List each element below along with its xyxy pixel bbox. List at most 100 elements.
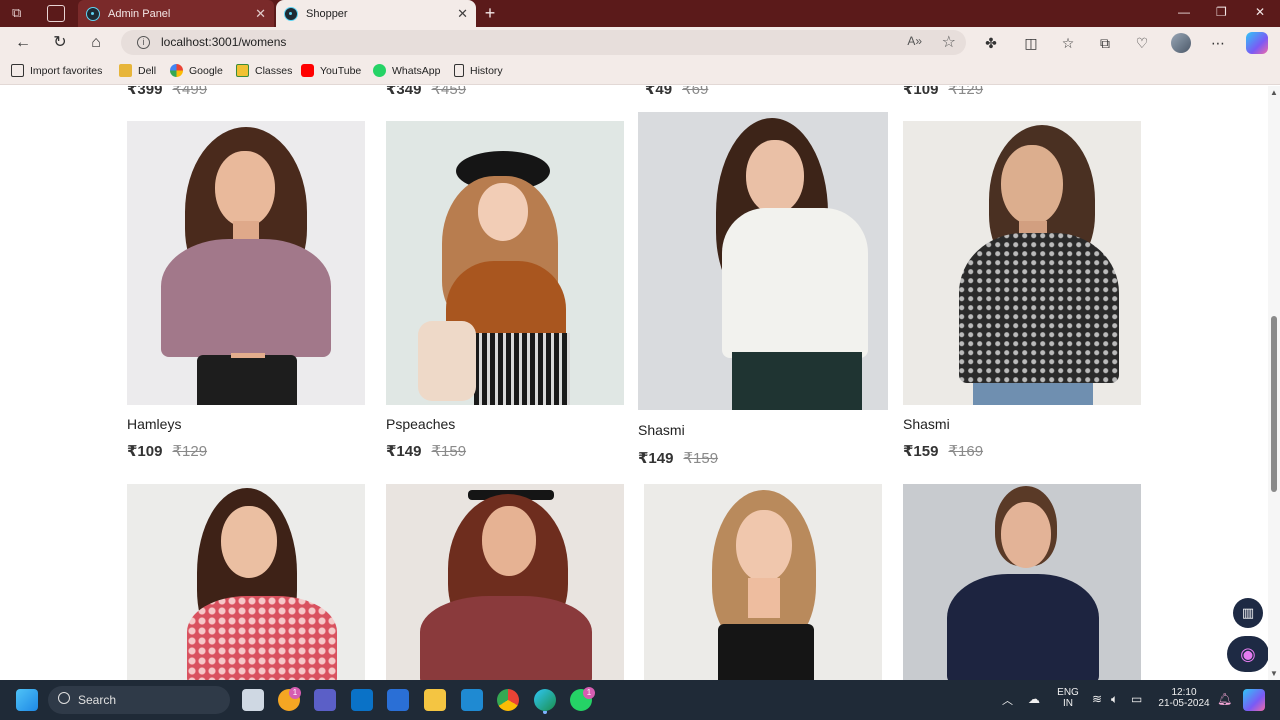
teams-icon[interactable] <box>314 689 336 711</box>
product-image[interactable] <box>127 484 365 680</box>
old-price: ₹459 <box>431 86 467 98</box>
reading-view-icon[interactable]: ▥ <box>1233 598 1263 628</box>
favorites-icon[interactable]: ☆ <box>1059 34 1077 52</box>
scrollbar-thumb[interactable] <box>1271 316 1277 492</box>
favorite-classes[interactable]: Classes <box>236 64 292 77</box>
edge-icon[interactable] <box>534 689 556 711</box>
minimize-icon[interactable]: — <box>1178 5 1190 19</box>
new-tab-icon[interactable]: + <box>481 4 499 22</box>
url-text[interactable]: localhost:3001/womens <box>161 35 286 49</box>
favorite-star-icon[interactable]: ☆ <box>942 32 956 52</box>
wifi-icon[interactable]: ≋ <box>1092 692 1102 706</box>
close-icon[interactable]: ✕ <box>255 6 266 22</box>
profile-avatar[interactable] <box>1171 33 1191 53</box>
tab-title: Shopper <box>306 7 348 20</box>
favorite-label: Classes <box>255 64 293 77</box>
product-price: ₹109 ₹129 <box>127 442 207 460</box>
import-icon <box>11 64 24 77</box>
product-image[interactable] <box>903 484 1141 680</box>
tab-actions-icon[interactable] <box>47 5 65 22</box>
search-box[interactable]: Search <box>48 686 230 714</box>
region-code: IN <box>1063 698 1073 709</box>
product-price: ₹149 ₹159 <box>386 442 466 460</box>
widgets-badge: 1 <box>289 687 301 699</box>
maximize-icon[interactable]: ❐ <box>1216 5 1227 19</box>
product-price: ₹109 ₹129 <box>903 86 983 98</box>
collections-icon[interactable]: ⧉ <box>1096 34 1114 52</box>
start-icon[interactable] <box>16 689 38 711</box>
favorite-dell[interactable]: Dell <box>119 64 156 77</box>
file-explorer-icon[interactable] <box>424 689 446 711</box>
close-window-icon[interactable]: ✕ <box>1255 5 1265 19</box>
favorites-bar: Import favorites Dell Google Classes You… <box>0 58 1280 85</box>
volume-icon[interactable]: 🔈︎ <box>1111 692 1118 707</box>
cloud-icon[interactable]: ☁ <box>1028 692 1040 706</box>
info-icon[interactable]: i <box>137 36 150 49</box>
favorite-label: WhatsApp <box>392 64 441 77</box>
shop-page: ₹399 ₹499 ₹349 ₹459 ₹49 ₹69 ₹109 ₹129 Hamley… <box>0 86 1268 680</box>
old-price: ₹499 <box>172 86 208 98</box>
extensions-icon[interactable]: ✤ <box>982 34 1000 52</box>
task-view-icon[interactable] <box>242 689 264 711</box>
old-price: ₹159 <box>431 443 467 460</box>
back-icon[interactable]: ← <box>13 33 33 53</box>
menu-icon[interactable]: ⋯ <box>1209 34 1227 52</box>
close-icon[interactable]: ✕ <box>457 6 468 22</box>
new-price: ₹149 <box>386 443 422 460</box>
language-indicator[interactable]: ENG IN <box>1055 687 1081 709</box>
refresh-icon[interactable]: ↻ <box>50 33 70 53</box>
product-image[interactable] <box>127 121 365 405</box>
product-image[interactable] <box>386 121 624 405</box>
product-image[interactable] <box>386 484 624 680</box>
favorite-label: YouTube <box>320 64 362 77</box>
scroll-down-icon[interactable]: ▼ <box>1270 669 1278 678</box>
product-name[interactable]: Shasmi <box>903 416 950 432</box>
home-icon[interactable]: ⌂ <box>86 33 106 53</box>
read-aloud-icon[interactable]: A» <box>907 34 922 48</box>
product-image[interactable] <box>903 121 1141 405</box>
copilot-icon[interactable] <box>1246 32 1268 54</box>
product-image[interactable] <box>638 112 888 410</box>
browser-titlebar: ⧉ Admin Panel ✕ Shopper ✕ + — ❐ ✕ <box>0 0 1280 27</box>
product-name[interactable]: Pspeaches <box>386 416 455 432</box>
favorite-whatsapp[interactable]: WhatsApp <box>373 64 440 77</box>
mail-icon[interactable] <box>351 689 373 711</box>
favorite-label: Dell <box>138 64 157 77</box>
assistant-icon[interactable]: ◉ <box>1227 636 1268 672</box>
new-price: ₹109 <box>127 443 163 460</box>
favorite-history[interactable]: History <box>454 64 503 77</box>
tab-shopper[interactable]: Shopper ✕ <box>276 0 476 27</box>
scroll-up-icon[interactable]: ▲ <box>1270 88 1278 97</box>
notification-bell-icon[interactable]: 🔔︎ <box>1217 692 1232 706</box>
old-price: ₹129 <box>172 443 208 460</box>
tab-admin-panel[interactable]: Admin Panel ✕ <box>78 0 274 27</box>
page-icon <box>454 64 464 77</box>
whatsapp-badge: 1 <box>583 687 595 699</box>
vscode-icon[interactable] <box>461 689 483 711</box>
favorite-import[interactable]: Import favorites <box>11 64 102 77</box>
copilot-taskbar-icon[interactable] <box>1243 689 1265 711</box>
clock[interactable]: 12:10 21-05-2024 <box>1156 687 1212 709</box>
chrome-icon[interactable] <box>497 689 519 711</box>
product-name[interactable]: Hamleys <box>127 416 181 432</box>
favorite-youtube[interactable]: YouTube <box>301 64 361 77</box>
react-favicon-icon <box>86 6 100 21</box>
address-bar[interactable]: i localhost:3001/womens A» ☆ <box>121 30 966 55</box>
workspaces-icon[interactable]: ⧉ <box>12 5 30 22</box>
favorite-google[interactable]: Google <box>170 64 223 77</box>
chevron-up-icon[interactable]: ︿ <box>1002 692 1013 708</box>
browser-toolbar: ← ↻ ⌂ i localhost:3001/womens A» ☆ ✤ ◫ ☆… <box>0 27 1280 58</box>
battery-icon[interactable]: ▭ <box>1131 692 1142 706</box>
split-screen-icon[interactable]: ◫ <box>1022 34 1040 52</box>
new-price: ₹159 <box>903 443 939 460</box>
performance-icon[interactable]: ♡ <box>1133 34 1151 52</box>
classroom-icon <box>236 64 249 77</box>
tab-title: Admin Panel <box>108 7 171 20</box>
folder-icon <box>119 64 132 77</box>
page-scrollbar[interactable]: ▲ ▼ <box>1268 86 1280 680</box>
favorite-label: History <box>470 64 503 77</box>
store-icon[interactable] <box>387 689 409 711</box>
search-label: Search <box>78 693 117 707</box>
product-image[interactable] <box>644 484 882 680</box>
product-name[interactable]: Shasmi <box>638 422 685 438</box>
